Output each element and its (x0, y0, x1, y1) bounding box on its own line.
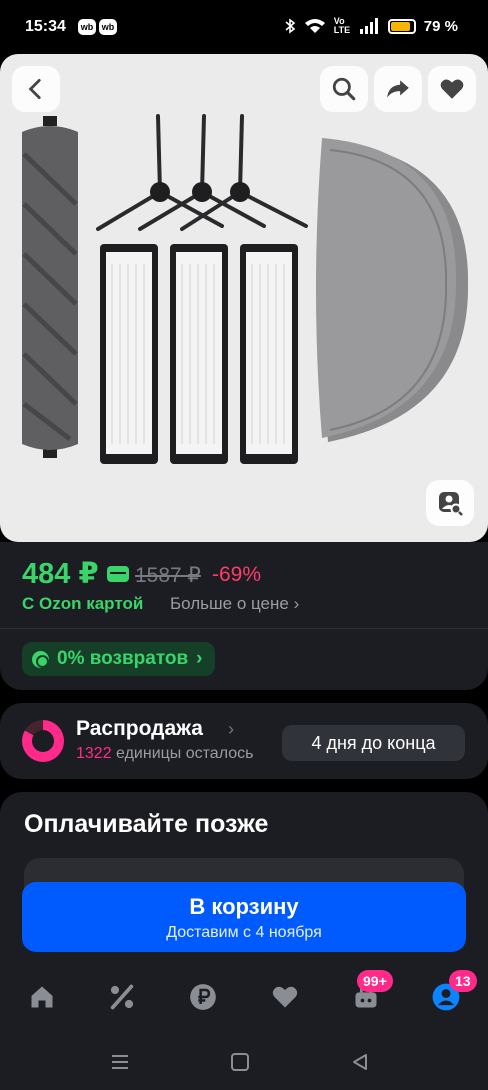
more-about-price-label: Больше о цене (170, 594, 289, 613)
sale-remaining-count: 1322 (76, 745, 112, 762)
search-button[interactable] (320, 66, 368, 112)
divider (0, 628, 488, 629)
chevron-right-icon: › (293, 594, 300, 613)
heart-icon (272, 986, 298, 1008)
percent-icon (110, 984, 134, 1010)
product-gallery[interactable] (0, 54, 488, 542)
sale-deadline-badge: 4 дня до конца (282, 725, 465, 761)
discount-percent: -69% (212, 563, 262, 586)
cart-count-badge: 99+ (357, 970, 393, 992)
product-image (22, 114, 469, 464)
network-label: Vo LTE (333, 16, 351, 35)
more-about-price-link[interactable]: Больше о цене › (170, 594, 299, 614)
battery-icon (387, 18, 416, 34)
sale-progress-icon (22, 720, 64, 762)
delivery-date: Доставим с 4 ноября (166, 924, 322, 941)
home-icon (31, 986, 53, 1008)
ozon-card-icon (107, 566, 129, 582)
search-icon (332, 77, 356, 101)
system-nav-bar (0, 1034, 488, 1090)
sale-title: Распродажа (76, 717, 203, 740)
tab-home[interactable] (27, 982, 57, 1012)
image-search-button[interactable] (426, 480, 474, 526)
share-icon (387, 80, 409, 98)
chevron-right-icon: › (196, 648, 203, 669)
sale-remaining-text: единицы осталось (111, 745, 254, 762)
sale-card[interactable]: Распродажа › 1322 единицы осталось 4 дня… (0, 703, 488, 779)
profile-badge: 13 (449, 970, 477, 992)
status-bar: 15:34 wb wb Vo LTE 79 % (0, 0, 488, 54)
share-button[interactable] (374, 66, 422, 112)
bottom-tab-bar: 99+ 13 (0, 962, 488, 1034)
pay-later-title: Оплачивайте позже (24, 810, 269, 838)
sale-remaining: 1322 единицы осталось (76, 745, 253, 763)
wifi-icon (304, 19, 325, 33)
add-to-cart-button[interactable]: В корзину Доставим с 4 ноября (22, 882, 466, 952)
wb-app-icon: wb (99, 19, 117, 35)
wb-app-icon: wb (78, 19, 96, 35)
status-time: 15:34 (25, 18, 66, 35)
current-price: 484 ₽ (22, 558, 99, 590)
returns-icon (32, 650, 49, 668)
returns-badge[interactable]: 0% возвратов › (22, 642, 215, 676)
price-card: 484 ₽ 1587 ₽ -69% С Ozon картой Больше о… (0, 542, 488, 690)
chevron-left-icon (28, 78, 41, 100)
add-to-cart-label: В корзину (189, 894, 299, 919)
heart-icon (440, 79, 464, 99)
bluetooth-icon (285, 18, 296, 34)
back-triangle-icon[interactable] (350, 1052, 370, 1072)
signal-icon (359, 18, 378, 34)
favorite-button[interactable] (428, 66, 476, 112)
home-square-icon[interactable] (230, 1052, 250, 1072)
menu-icon[interactable] (110, 1053, 130, 1071)
image-search-icon (439, 492, 463, 516)
battery-percent: 79 % (423, 17, 458, 35)
ozon-card-label: С Ozon картой (22, 594, 144, 613)
old-price: 1587 ₽ (135, 564, 201, 587)
ruble-icon (190, 984, 216, 1010)
tab-finance[interactable] (188, 982, 218, 1012)
tab-favorites[interactable] (270, 982, 300, 1012)
tab-sales[interactable] (107, 982, 137, 1012)
returns-label: 0% возвратов (57, 648, 189, 669)
chevron-right-icon: › (228, 719, 234, 739)
back-button[interactable] (12, 66, 60, 112)
